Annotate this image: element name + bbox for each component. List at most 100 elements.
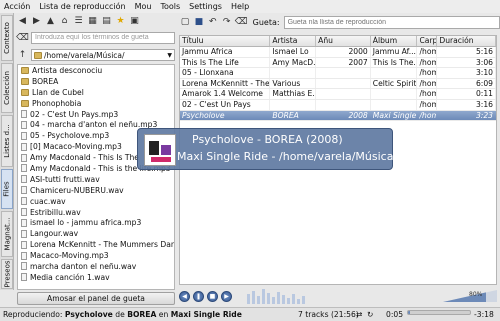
menu-settings[interactable]: Settings [189, 2, 222, 11]
file-icon [21, 120, 27, 129]
column-header[interactable]: Carpe [417, 36, 438, 46]
undo-icon[interactable]: ↶ [208, 17, 218, 28]
cell-artist: BOREA [272, 110, 299, 120]
file-icon [21, 142, 27, 151]
column-header[interactable]: Artista [270, 36, 317, 46]
tab-files[interactable]: Files [1, 169, 13, 209]
show-search-panel-button[interactable]: Amosar el panel de gueta [17, 292, 175, 305]
new-playlist-icon[interactable]: ▢ [180, 17, 190, 28]
file-list-item[interactable]: Chamiceru-NUBERU.wav [18, 185, 174, 196]
file-list-item[interactable]: cuac.wav [18, 196, 174, 207]
file-list-item[interactable]: ismael lo - jammu africa.mp3 [18, 217, 174, 228]
file-list-item[interactable]: 02 - C'est Un Pays.mp3 [18, 109, 174, 120]
grid-view-icon[interactable]: ▤ [101, 16, 112, 27]
bookmark-star-icon[interactable]: ★ [115, 16, 126, 27]
path-combo[interactable]: /home/varela/Música/ ▼ [31, 49, 175, 61]
menu-accion[interactable]: Acción [4, 2, 30, 11]
cell-duration: 5:16 [437, 47, 496, 57]
stop-button[interactable]: ■ [207, 291, 218, 302]
file-name: Lorena McKennitt - The Mummers Dance [30, 240, 175, 250]
go-up-icon[interactable]: ↑ [17, 50, 28, 61]
column-header[interactable]: Añu [316, 36, 371, 46]
previous-button[interactable]: ◀ [179, 291, 190, 302]
column-header[interactable]: Duración [437, 36, 496, 46]
path-value: /home/varela/Música/ [44, 50, 125, 60]
volume-slider[interactable]: 80% [443, 288, 497, 302]
tab-preseos[interactable]: Preseos [1, 259, 13, 289]
file-list-item[interactable]: Artista desconociu [18, 65, 174, 76]
random-icon[interactable]: ⇄ [356, 310, 362, 319]
list-view-icon[interactable]: ☰ [73, 16, 84, 27]
file-icon [21, 273, 27, 282]
clear-search-icon[interactable]: ⌫ [235, 17, 248, 28]
menu-help[interactable]: Help [231, 2, 249, 11]
repeat-icon[interactable]: ↻ [367, 310, 373, 319]
tab-listes[interactable]: Listes d... [1, 115, 13, 167]
cell-album [371, 89, 418, 99]
cell-title: 05 - Llonxana [180, 68, 271, 78]
table-row[interactable]: 05 - Llonxana/home/3:10 [180, 68, 496, 79]
home-icon[interactable]: ⌂ [59, 16, 70, 27]
cell-album: Jammu Af... [372, 47, 418, 57]
file-list-item[interactable]: BOREA [18, 76, 174, 87]
tab-coleccion[interactable]: Colección [1, 63, 13, 113]
cell-year [316, 78, 371, 89]
album-cover-image [144, 134, 176, 166]
file-list-item[interactable]: ASI-tutti frutti.wav [18, 174, 174, 185]
forward-icon[interactable]: ▶ [31, 16, 42, 27]
back-icon[interactable]: ◀ [17, 16, 28, 27]
tab-contexto[interactable]: Contexto [1, 15, 13, 61]
file-list-item[interactable]: Macaco-Moving.mp3 [18, 250, 174, 261]
filter-input[interactable] [31, 31, 175, 44]
cell-folder: /home/ [417, 57, 438, 68]
menu-tools[interactable]: Tools [160, 2, 180, 11]
playlist-search-input[interactable] [283, 15, 500, 29]
file-list-item[interactable]: Media canción 1.wav [18, 272, 174, 283]
file-list-item[interactable]: Langour.wav [18, 228, 174, 239]
file-list-item[interactable]: Estribillu.wav [18, 207, 174, 218]
detail-view-icon[interactable]: ▦ [87, 16, 98, 27]
file-icon [21, 197, 27, 206]
file-list-item[interactable]: marcha danton el neñu.wav [18, 261, 174, 272]
file-list-item[interactable]: Lorena McKennitt - The Mummers Dance [18, 239, 174, 250]
track-progress-bar[interactable] [407, 310, 471, 315]
file-icon [21, 229, 27, 238]
cell-album: This Is The... [372, 57, 418, 68]
filter-row: ⌫ [15, 30, 175, 45]
tooltip-line-2: Maxi Single Ride - /home/varela/Música (… [177, 150, 431, 163]
file-name: Llan de Cubel [32, 87, 84, 97]
column-header[interactable]: Títulu [180, 36, 271, 46]
column-header[interactable]: Álbum [371, 36, 418, 46]
cell-album [371, 99, 418, 110]
folder-view-icon[interactable]: ▣ [129, 16, 140, 27]
up-icon[interactable]: ▲ [45, 16, 56, 27]
cell-duration: 3:16 [437, 99, 496, 110]
menu-lista[interactable]: Lista de reproducción [39, 2, 125, 11]
file-list-item[interactable]: Phonophobia [18, 98, 174, 109]
cell-artist: Amy MacD... [272, 57, 317, 68]
tab-magnatune[interactable]: Magnat... [1, 211, 13, 257]
table-row[interactable]: Lorena McKennitt - The ... Various Celtic … [180, 78, 496, 90]
track-count: 7 tracks (21:56) [298, 310, 359, 319]
next-button[interactable]: ▶ [221, 291, 232, 302]
status-by: de [115, 310, 125, 319]
play-pause-button[interactable]: ❚ [193, 291, 204, 302]
cell-folder: /home/ [417, 78, 438, 89]
save-playlist-icon[interactable]: ■ [194, 17, 204, 28]
table-row[interactable]: Jammu AfricaIsmael Lo2000Jammu Af.../hom… [180, 47, 496, 58]
file-name: marcha danton el neñu.wav [30, 261, 137, 271]
file-name: ismael lo - jammu africa.mp3 [30, 218, 142, 228]
clear-filter-icon[interactable]: ⌫ [16, 32, 29, 43]
table-row[interactable]: Amarok 1.4 WelcomeMatthias E... /home/0:1… [180, 89, 496, 100]
cell-folder: /home/ [417, 89, 438, 99]
redo-icon[interactable]: ↷ [222, 17, 232, 28]
cell-title: Jammu Africa [180, 47, 271, 57]
file-list[interactable]: Artista desconociu BOREA Llan de Cubel Phon… [17, 64, 175, 290]
file-list-item[interactable]: Llan de Cubel [18, 87, 174, 98]
table-row[interactable]: This Is The Life Amy MacD... 2007 This Is T… [180, 57, 496, 69]
menu-mou[interactable]: Mou [135, 2, 152, 11]
cell-duration: 3:23 [475, 110, 493, 120]
now-playing-tooltip: Psycholove - BOREA (2008) Maxi Single Ri… [137, 128, 430, 170]
playing-track-row[interactable]: Psycholove BOREA 2008 Maxi Single.../home/3… [180, 110, 496, 122]
table-row[interactable]: 02 - C'est Un Pays/home/3:16 [180, 99, 496, 111]
